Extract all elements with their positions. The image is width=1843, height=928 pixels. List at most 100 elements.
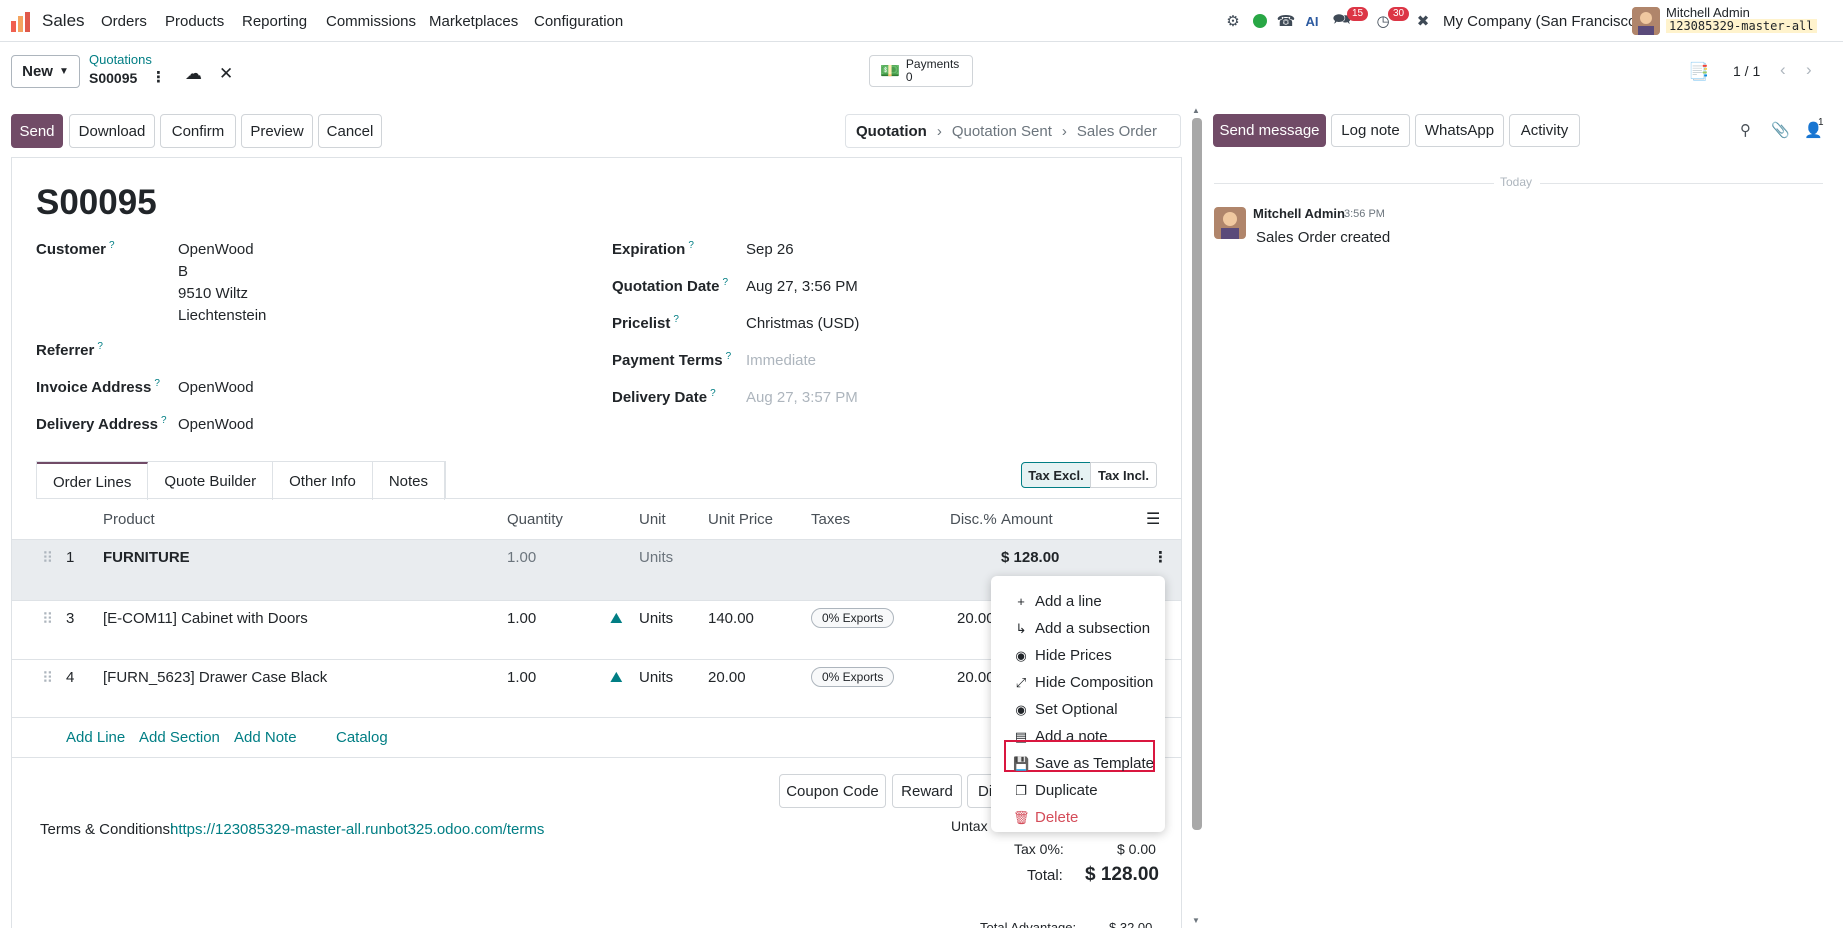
menu-set-optional[interactable]: ◉ Set Optional [1013,701,1117,718]
menu-configuration[interactable]: Configuration [534,13,623,30]
tab-quote-builder[interactable]: Quote Builder [148,462,274,500]
add-note-link[interactable]: Add Note [234,729,297,746]
pricelist-field[interactable]: Christmas (USD) [746,315,859,332]
pager-value[interactable]: 1 / 1 [1733,63,1760,79]
stage-sales-order[interactable]: Sales Order [1077,123,1157,140]
delivery-date-field[interactable]: Aug 27, 3:57 PM [746,389,858,406]
scroll-up-icon[interactable]: ▲ [1192,106,1200,115]
confirm-button[interactable]: Confirm [160,114,236,148]
send-button[interactable]: Send [11,114,63,148]
menu-marketplaces[interactable]: Marketplaces [429,13,518,30]
author-avatar[interactable] [1214,207,1246,239]
pager-next-icon[interactable]: › [1806,60,1812,80]
invoice-address-field[interactable]: OpenWood [178,379,254,396]
payment-terms-field[interactable]: Immediate [746,352,816,369]
tools-icon[interactable]: ✖ [1414,12,1432,30]
delivery-address-field[interactable]: OpenWood [178,416,254,433]
catalog-link[interactable]: Catalog [336,729,388,746]
preview-button[interactable]: Preview [241,114,313,148]
log-note-button[interactable]: Log note [1331,114,1410,147]
col-taxes[interactable]: Taxes [811,511,850,528]
send-message-button[interactable]: Send message [1213,114,1326,147]
menu-commissions[interactable]: Commissions [326,13,416,30]
sales-app-icon[interactable] [10,11,32,33]
bookmark-icon[interactable]: 📑 [1688,62,1709,82]
menu-hide-prices[interactable]: ◉ Hide Prices [1013,647,1111,664]
cancel-button[interactable]: Cancel [318,114,382,148]
row-qty[interactable]: 1.00 [507,610,536,627]
customer-name[interactable]: OpenWood [178,241,254,258]
discard-close-icon[interactable]: ✕ [219,64,233,84]
pager-prev-icon[interactable]: ‹ [1780,60,1786,80]
row-product[interactable]: [FURN_5623] Drawer Case Black [103,669,327,686]
drag-handle-icon[interactable]: ⠿ [42,669,53,687]
row-price[interactable]: 140.00 [708,610,754,627]
drag-handle-icon[interactable]: ⠿ [42,549,53,567]
menu-duplicate[interactable]: ❐ Duplicate [1013,782,1097,799]
user-avatar[interactable] [1632,7,1660,35]
add-section-link[interactable]: Add Section [139,729,220,746]
menu-save-as-template[interactable]: 💾 Save as Template [1013,755,1154,772]
bug-icon[interactable]: ⚙ [1224,12,1242,30]
col-product[interactable]: Product [103,511,155,528]
row-disc[interactable]: 20.00 [957,610,995,627]
coupon-code-button[interactable]: Coupon Code [779,774,886,808]
menu-products[interactable]: Products [165,13,224,30]
ai-icon[interactable]: AI [1303,12,1321,30]
row-disc[interactable]: 20.00 [957,669,995,686]
paperclip-icon[interactable]: 📎 [1771,121,1790,139]
new-button[interactable]: New ▼ [11,55,80,88]
status-online-icon[interactable] [1251,12,1269,30]
activity-button[interactable]: Activity [1509,114,1580,147]
menu-orders[interactable]: Orders [101,13,147,30]
form-scrollbar[interactable] [1192,118,1202,830]
col-disc[interactable]: Disc.% [950,511,997,528]
column-settings-icon[interactable]: ☰ [1146,509,1160,529]
tab-other-info[interactable]: Other Info [273,462,373,500]
row-price[interactable]: 20.00 [708,669,746,686]
company-switcher[interactable]: My Company (San Francisco) [1443,13,1641,30]
tax-tag[interactable]: 0% Exports [811,608,895,628]
message-author[interactable]: Mitchell Admin [1253,206,1345,221]
row-product[interactable]: [E-COM11] Cabinet with Doors [103,610,308,627]
menu-delete[interactable]: 🗑 Delete [1013,809,1078,826]
user-name[interactable]: Mitchell Admin [1666,5,1750,20]
tax-tag[interactable]: 0% Exports [811,667,895,687]
row-actions-kebab-icon[interactable]: ⋮ [1153,548,1168,566]
tab-notes[interactable]: Notes [373,462,445,500]
tab-order-lines[interactable]: Order Lines [37,462,149,500]
col-unit[interactable]: Unit [639,511,666,528]
menu-add-subsection[interactable]: ↳ Add a subsection [1013,620,1151,637]
search-icon[interactable]: ⚲ [1740,121,1751,139]
scroll-down-icon[interactable]: ▼ [1192,916,1200,925]
stage-quotation[interactable]: Quotation [856,123,927,140]
forecast-chart-icon[interactable]: ⛰ [610,669,623,686]
download-button[interactable]: Download [69,114,155,148]
tax-excl-toggle[interactable]: Tax Excl. [1021,462,1091,488]
quotation-date-field[interactable]: Aug 27, 3:56 PM [746,278,858,295]
stage-quotation-sent[interactable]: Quotation Sent [952,123,1052,140]
tax-incl-toggle[interactable]: Tax Incl. [1090,462,1157,488]
phone-icon[interactable]: ☎ [1277,12,1296,30]
col-unit-price[interactable]: Unit Price [708,511,773,528]
menu-hide-composition[interactable]: ⤢ Hide Composition [1013,674,1154,691]
terms-link[interactable]: https://123085329-master-all.runbot325.o… [170,821,544,838]
whatsapp-button[interactable]: WhatsApp [1415,114,1504,147]
section-name[interactable]: FURNITURE [103,549,190,566]
payments-smart-button[interactable]: 💵 Payments 0 [869,55,973,87]
col-amount[interactable]: Amount [1001,511,1053,528]
row-qty[interactable]: 1.00 [507,669,536,686]
row-unit[interactable]: Units [639,610,673,627]
forecast-chart-icon[interactable]: ⛰ [610,610,623,627]
row-unit[interactable]: Units [639,669,673,686]
menu-reporting[interactable]: Reporting [242,13,307,30]
record-actions-kebab-icon[interactable]: ⋮ [151,68,166,86]
drag-handle-icon[interactable]: ⠿ [42,610,53,628]
add-line-link[interactable]: Add Line [66,729,125,746]
app-name[interactable]: Sales [42,11,85,31]
col-quantity[interactable]: Quantity [507,511,563,528]
reward-button[interactable]: Reward [892,774,962,808]
expiration-field[interactable]: Sep 26 [746,241,794,258]
save-cloud-icon[interactable]: ☁ [185,64,202,84]
breadcrumb-quotations[interactable]: Quotations [89,52,152,67]
